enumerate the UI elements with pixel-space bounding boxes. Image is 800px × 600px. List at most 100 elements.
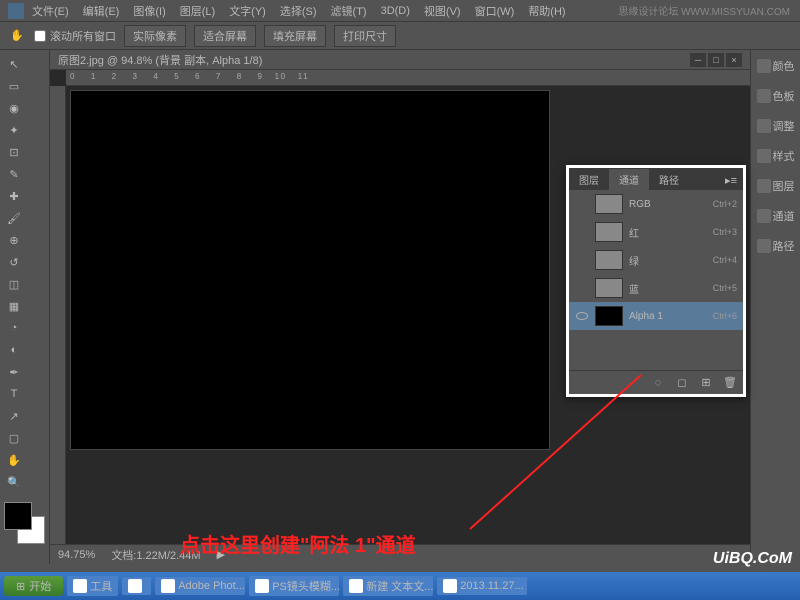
folder-icon [255,579,269,593]
minimize-button[interactable]: ─ [690,53,706,67]
panel-tabs: 图层 通道 路径 ▸≡ [569,168,743,190]
tab-paths[interactable]: 路径 [649,169,689,190]
stamp-tool[interactable]: ⊕ [4,230,24,250]
channel-shortcut: Ctrl+5 [713,283,737,293]
panel-swatches[interactable]: 色板 [755,84,796,108]
panel-color[interactable]: 颜色 [755,54,796,78]
eraser-tool[interactable]: ◫ [4,274,24,294]
visibility-toggle[interactable] [575,197,589,211]
panel-menu-icon[interactable]: ▸≡ [719,171,743,190]
fill-screen-button[interactable]: 填充屏幕 [264,25,326,47]
crop-tool[interactable]: ⊡ [4,142,24,162]
close-button[interactable]: × [726,53,742,67]
fit-screen-button[interactable]: 适合屏幕 [194,25,256,47]
taskbar-item[interactable]: 工具 [67,576,118,596]
channel-rgb[interactable]: RGB Ctrl+2 [569,190,743,218]
panel-paths[interactable]: 路径 [755,234,796,258]
save-selection-icon[interactable]: ◻ [675,376,689,390]
channel-name: RGB [629,199,707,210]
visibility-toggle[interactable] [575,253,589,267]
color-swatches[interactable] [4,502,45,544]
gradient-tool[interactable]: ▦ [4,296,24,316]
vertical-ruler [50,86,66,544]
fg-color-swatch[interactable] [4,502,32,530]
right-dock: 颜色 色板 调整 样式 图层 通道 路径 [750,50,800,564]
options-bar: ✋ 滚动所有窗口 实际像素 适合屏幕 填充屏幕 打印尺寸 [0,22,800,50]
menu-type[interactable]: 文字(Y) [223,1,272,21]
taskbar-item[interactable]: 2013.11.27... [437,577,527,595]
menu-edit[interactable]: 编辑(E) [77,1,126,21]
channel-shortcut: Ctrl+6 [713,311,737,321]
wand-tool[interactable]: ✦ [4,120,24,140]
blur-tool[interactable]: ◔ [4,318,24,338]
pen-tool[interactable]: ✒ [4,362,24,382]
marquee-tool[interactable]: ▭ [4,76,24,96]
notepad-icon [349,579,363,593]
taskbar-item[interactable] [122,577,151,595]
tab-channels[interactable]: 通道 [609,169,649,190]
styles-icon [757,149,771,163]
channel-green[interactable]: 绿 Ctrl+4 [569,246,743,274]
document-canvas[interactable] [70,90,550,450]
actual-pixels-button[interactable]: 实际像素 [124,25,186,47]
channel-blue[interactable]: 蓝 Ctrl+5 [569,274,743,302]
channel-name: 红 [629,225,707,240]
channel-thumb [595,278,623,298]
channel-shortcut: Ctrl+2 [713,199,737,209]
dodge-tool[interactable]: ◐ [4,340,24,360]
channel-shortcut: Ctrl+3 [713,227,737,237]
swatch-icon [757,89,771,103]
taskbar-item[interactable]: PS镜头模糊... [249,576,339,596]
menu-view[interactable]: 视图(V) [418,1,467,21]
visibility-toggle[interactable] [575,225,589,239]
hand-tool[interactable]: ✋ [4,450,24,470]
maximize-button[interactable]: □ [708,53,724,67]
menu-window[interactable]: 窗口(W) [469,1,521,21]
move-tool[interactable]: ↖ [4,54,24,74]
zoom-level[interactable]: 94.75% [58,549,95,561]
channel-shortcut: Ctrl+4 [713,255,737,265]
heal-tool[interactable]: ✚ [4,186,24,206]
panel-footer: ◌ ◻ ⊞ 🗑 [569,370,743,394]
hand-tool-icon: ✋ [8,27,26,45]
document-titlebar: 原图2.jpg @ 94.8% (背景 副本, Alpha 1/8) ─ □ × [50,50,750,70]
print-size-button[interactable]: 打印尺寸 [334,25,396,47]
path-tool[interactable]: ↗ [4,406,24,426]
brush-tool[interactable]: 🖌 [4,208,24,228]
menu-image[interactable]: 图像(I) [127,1,171,21]
adjust-icon [757,119,771,133]
panel-channels[interactable]: 通道 [755,204,796,228]
lasso-tool[interactable]: ◉ [4,98,24,118]
channel-red[interactable]: 红 Ctrl+3 [569,218,743,246]
menu-help[interactable]: 帮助(H) [522,1,571,21]
menu-3d[interactable]: 3D(D) [375,3,416,19]
taskbar-item[interactable]: Adobe Phot... [155,577,245,595]
new-channel-icon[interactable]: ⊞ [699,376,713,390]
eyedropper-tool[interactable]: ✎ [4,164,24,184]
panel-styles[interactable]: 样式 [755,144,796,168]
scroll-all-checkbox[interactable]: 滚动所有窗口 [34,28,116,44]
delete-channel-icon[interactable]: 🗑 [723,376,737,390]
visibility-toggle[interactable] [575,309,589,323]
menu-layer[interactable]: 图层(L) [174,1,221,21]
start-button[interactable]: ⊞开始 [4,576,63,596]
visibility-toggle[interactable] [575,281,589,295]
tab-layers[interactable]: 图层 [569,169,609,190]
panel-adjustments[interactable]: 调整 [755,114,796,138]
type-tool[interactable]: T [4,384,24,404]
shape-tool[interactable]: ▢ [4,428,24,448]
windows-logo-icon: ⊞ [16,580,25,593]
zoom-tool[interactable]: 🔍 [4,472,24,492]
menu-filter[interactable]: 滤镜(T) [325,1,373,21]
load-selection-icon[interactable]: ◌ [651,376,665,390]
layers-icon [757,179,771,193]
panel-layers[interactable]: 图层 [755,174,796,198]
taskbar-item[interactable]: 新建 文本文... [343,576,433,596]
windows-taskbar: ⊞开始 工具 Adobe Phot... PS镜头模糊... 新建 文本文...… [0,572,800,600]
menu-select[interactable]: 选择(S) [274,1,323,21]
menu-file[interactable]: 文件(E) [26,1,75,21]
channel-thumb [595,250,623,270]
eye-icon [576,312,588,320]
history-brush-tool[interactable]: ↺ [4,252,24,272]
channel-alpha1[interactable]: Alpha 1 Ctrl+6 [569,302,743,330]
